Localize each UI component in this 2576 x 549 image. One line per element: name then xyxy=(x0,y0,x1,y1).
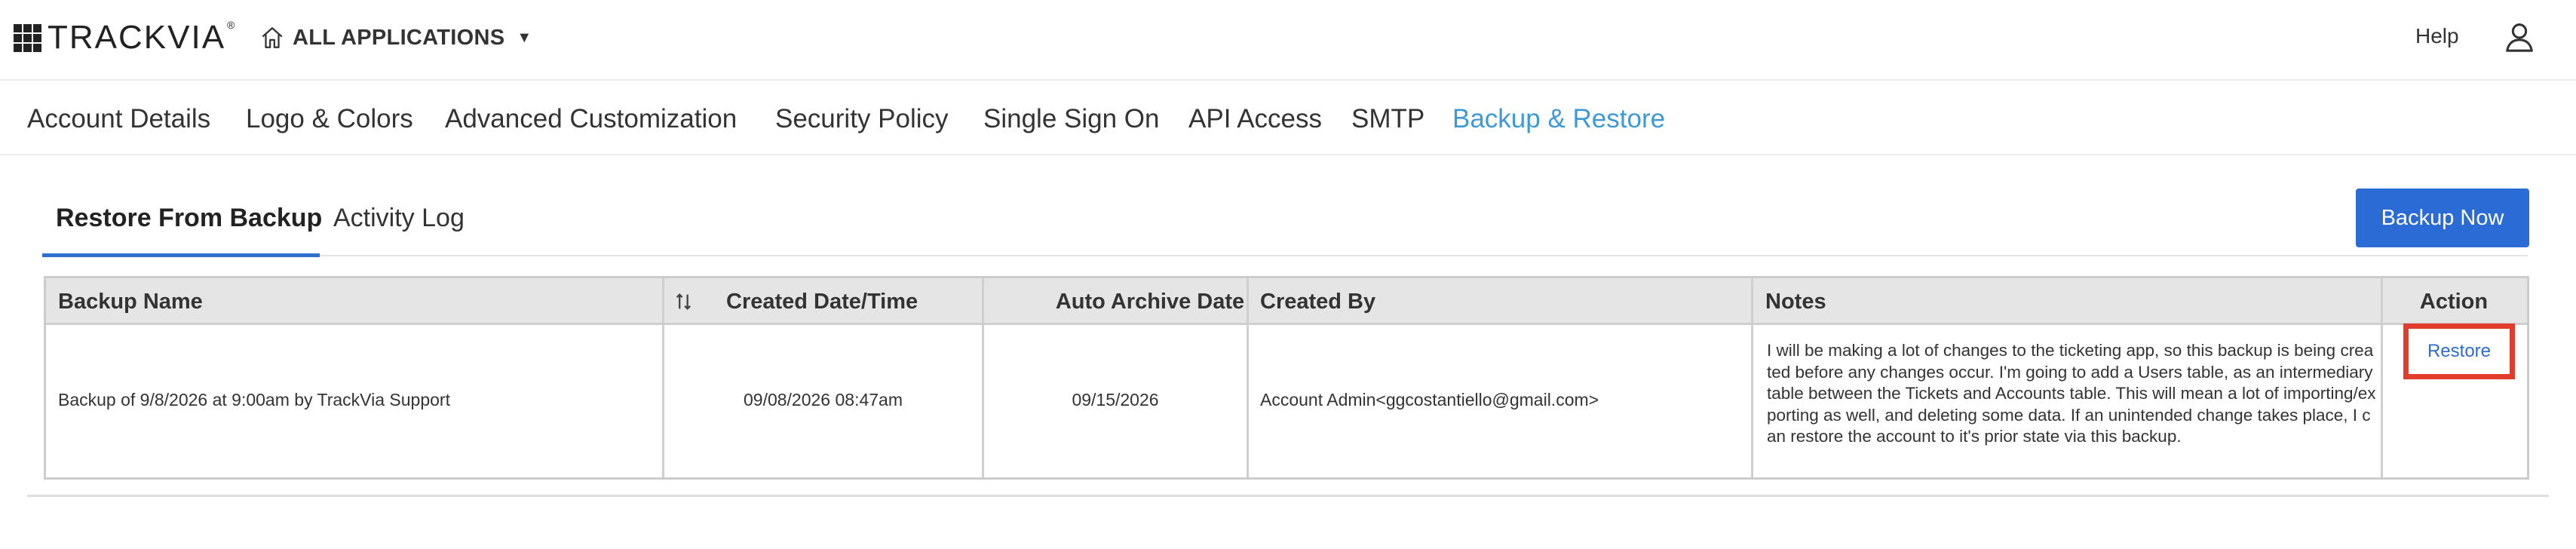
column-created-by[interactable]: Created By xyxy=(1260,278,1375,325)
column-divider xyxy=(2381,278,2383,477)
help-link[interactable]: Help xyxy=(2415,24,2459,48)
cell-notes: I will be making a lot of changes to the… xyxy=(1767,341,2376,446)
backups-table: Backup Name Created Date/Time Auto Archi… xyxy=(44,276,2529,480)
home-icon xyxy=(262,27,283,48)
logo-grid-icon xyxy=(14,23,41,52)
column-divider xyxy=(1751,278,1753,477)
nav-backup-restore[interactable]: Backup & Restore xyxy=(1452,104,1665,134)
trackvia-logo[interactable]: TRACKVIA ® xyxy=(14,19,235,56)
column-divider xyxy=(982,278,984,477)
sort-icon[interactable] xyxy=(673,290,695,313)
tab-activity-log[interactable]: Activity Log xyxy=(333,204,465,233)
nav-single-sign-on[interactable]: Single Sign On xyxy=(983,104,1159,134)
nav-logo-colors[interactable]: Logo & Colors xyxy=(246,104,413,134)
column-divider xyxy=(662,278,664,477)
tab-restore-from-backup[interactable]: Restore From Backup xyxy=(56,204,322,233)
cell-auto-archive-date: 09/15/2026 xyxy=(1072,390,1159,409)
user-icon[interactable] xyxy=(2502,20,2537,54)
cell-backup-name: Backup of 9/8/2026 at 9:00am by TrackVia… xyxy=(58,390,450,409)
nav-security-policy[interactable]: Security Policy xyxy=(775,104,949,134)
backup-now-button[interactable]: Backup Now xyxy=(2356,189,2529,247)
active-tab-underline xyxy=(42,253,320,257)
column-action: Action xyxy=(2419,290,2489,314)
settings-nav: Account Details Logo & Colors Advanced C… xyxy=(0,81,2576,155)
nav-account-details[interactable]: Account Details xyxy=(27,104,210,134)
restore-link[interactable]: Restore xyxy=(2427,341,2491,362)
restore-highlight-box: Restore xyxy=(2403,324,2515,379)
table-header: Backup Name Created Date/Time Auto Archi… xyxy=(46,278,2527,325)
column-divider xyxy=(1247,278,1249,477)
nav-smtp[interactable]: SMTP xyxy=(1351,104,1424,134)
backup-subtabs: Restore From Backup Activity Log xyxy=(42,181,2528,257)
column-auto-archive-date[interactable]: Auto Archive Date xyxy=(1022,278,1278,325)
logo-text: TRACKVIA ® xyxy=(48,19,235,56)
column-notes[interactable]: Notes xyxy=(1765,278,1826,325)
cell-created-by: Account Admin<ggcostantiello@gmail.com> xyxy=(1260,390,1599,409)
cell-created-date-time: 09/08/2026 08:47am xyxy=(743,390,903,409)
caret-down-icon: ▼ xyxy=(517,29,532,46)
column-created-date-time[interactable]: Created Date/Time xyxy=(726,278,918,325)
all-applications-dropdown[interactable]: ALL APPLICATIONS ▼ xyxy=(259,23,532,53)
nav-advanced-customization[interactable]: Advanced Customization xyxy=(445,104,737,134)
column-backup-name[interactable]: Backup Name xyxy=(58,278,203,325)
bottom-divider xyxy=(27,495,2549,497)
all-applications-label: ALL APPLICATIONS xyxy=(293,25,505,50)
nav-api-access[interactable]: API Access xyxy=(1188,104,1322,134)
top-header: TRACKVIA ® ALL APPLICATIONS ▼ Help xyxy=(0,0,2576,81)
